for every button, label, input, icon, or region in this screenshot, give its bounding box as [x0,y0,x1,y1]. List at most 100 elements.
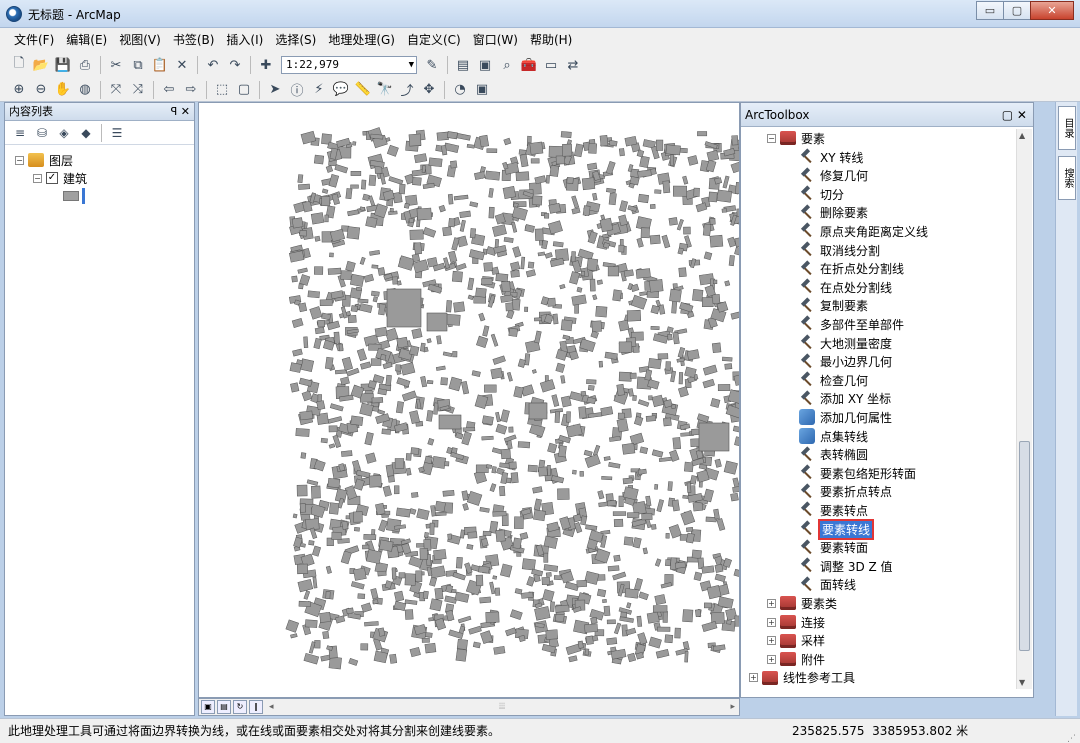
zoom-out-icon[interactable]: ⊖ [32,81,50,99]
toc-root-row[interactable]: − 图层 [15,151,73,169]
tool-item[interactable]: 检查几何 [799,371,868,389]
delete-icon[interactable]: ✕ [173,56,191,74]
tool-item[interactable]: 要素包络矩形转面 [799,464,916,482]
tool-item[interactable]: 删除要素 [799,204,868,222]
menu-help[interactable]: 帮助(H) [524,28,578,52]
tool-item[interactable]: 多部件至单部件 [799,315,904,333]
tool-item[interactable]: 添加 XY 坐标 [799,390,891,408]
cut-icon[interactable]: ✂ [107,56,125,74]
html-popup-icon[interactable]: 💬 [332,81,350,99]
expand-icon[interactable]: + [767,598,776,608]
tool-item[interactable]: 复制要素 [799,297,868,315]
tool-item[interactable]: 调整 3D Z 值 [799,557,893,575]
toc-layer-row[interactable]: − ✓ 建筑 [33,169,87,187]
save-icon[interactable]: 💾 [54,56,72,74]
list-by-drawing-order-icon[interactable]: ≡ [11,124,29,142]
add-data-icon[interactable]: ✚ [257,56,275,74]
collapse-icon[interactable]: − [15,155,24,165]
tool-item[interactable]: 表转椭圆 [799,446,868,464]
back-arrow-icon[interactable]: ⇦ [160,81,178,99]
fixed-zoom-in-icon[interactable]: ⤧ [107,81,125,99]
tool-item[interactable]: 要素转面 [799,539,868,557]
layout-view-button[interactable]: ▤ [217,700,231,714]
refresh-button[interactable]: ↻ [233,700,247,714]
collapse-icon[interactable]: − [767,133,776,143]
tool-item[interactable]: 在折点处分割线 [799,260,904,278]
tool-item[interactable]: 大地测量密度 [799,334,892,352]
pause-drawing-button[interactable]: ‖ [249,700,263,714]
new-document-icon[interactable]: 🗋 [10,56,28,74]
tool-item[interactable]: 要素折点转点 [799,483,892,501]
expand-icon[interactable]: + [767,617,776,627]
editor-toolbar-icon[interactable]: ✎ [423,56,441,74]
scroll-left-icon[interactable]: ◂ [269,702,274,712]
tool-item[interactable]: 原点夹角距离定义线 [799,222,928,240]
toolbox-row[interactable]: + 线性参考工具 [749,669,855,687]
toolset-row[interactable]: + 要素类 [767,594,837,612]
tool-item[interactable]: 要素转点 [799,501,868,519]
list-by-selection-icon[interactable]: ◆ [77,124,95,142]
buildings-map[interactable] [199,103,750,697]
forward-arrow-icon[interactable]: ⇨ [182,81,200,99]
arctoolbox-header-controls[interactable]: ▢ ✕ [1002,103,1027,127]
python-window-icon[interactable]: ▭ [542,56,560,74]
catalog-window-icon[interactable]: ▣ [476,56,494,74]
toolset-row[interactable]: + 采样 [767,632,825,650]
scroll-down-icon[interactable]: ▼ [1019,678,1025,687]
find-binoculars-icon[interactable]: 🔭 [376,81,394,99]
menu-customize[interactable]: 自定义(C) [401,28,467,52]
expand-icon[interactable]: + [767,636,776,646]
expand-icon[interactable]: + [749,673,758,683]
maximize-button[interactable]: ▢ [1003,1,1031,20]
menu-edit[interactable]: 编辑(E) [60,28,113,52]
redo-icon[interactable]: ↷ [226,56,244,74]
list-by-source-icon[interactable]: ⛁ [33,124,51,142]
toolset-row[interactable]: − 要素 [767,129,825,147]
list-by-visibility-icon[interactable]: ◈ [55,124,73,142]
undo-icon[interactable]: ↶ [204,56,222,74]
search-dock-tab[interactable]: 搜索 [1058,156,1076,200]
scroll-right-icon[interactable]: ▸ [730,702,735,712]
menu-insert[interactable]: 插入(I) [220,28,269,52]
toolset-row[interactable]: + 连接 [767,613,825,631]
map-view[interactable] [198,102,750,698]
tool-item[interactable]: XY 转线 [799,148,863,166]
data-view-button[interactable]: ▣ [201,700,215,714]
tool-item[interactable]: 要素转线 [799,518,875,540]
tool-item[interactable]: 点集转线 [799,427,868,445]
open-folder-icon[interactable]: 📂 [32,56,50,74]
menu-bookmarks[interactable]: 书签(B) [167,28,221,52]
arctoolbox-vertical-scrollbar[interactable]: ▲ ▼ [1016,129,1032,689]
menu-geoprocessing[interactable]: 地理处理(G) [322,28,401,52]
modelbuilder-icon[interactable]: ⇄ [564,56,582,74]
scroll-up-icon[interactable]: ▲ [1019,131,1025,140]
print-icon[interactable]: ⎙ [76,56,94,74]
full-extent-globe-icon[interactable]: ◍ [76,81,94,99]
table-window-icon[interactable]: ▤ [454,56,472,74]
menu-file[interactable]: 文件(F) [8,28,60,52]
identify-icon[interactable]: ⓘ [288,81,306,99]
layer-visibility-checkbox[interactable]: ✓ [46,172,58,184]
hyperlink-icon[interactable]: ⚡ [310,81,328,99]
menu-view[interactable]: 视图(V) [113,28,167,52]
search-window-icon[interactable]: ⌕ [498,56,516,74]
menu-windows[interactable]: 窗口(W) [467,28,524,52]
viewer-window-icon[interactable]: ▣ [473,81,491,99]
catalog-dock-tab[interactable]: 目录 [1058,106,1076,150]
tool-item[interactable]: 最小边界几何 [799,353,892,371]
tool-item[interactable]: 在点处分割线 [799,278,892,296]
time-slider-icon[interactable]: ◔ [451,81,469,99]
clear-selection-icon[interactable]: ▢ [235,81,253,99]
resize-grip-icon[interactable]: ⋰ [1067,727,1076,743]
tool-item[interactable]: 切分 [799,185,844,203]
toc-options-icon[interactable]: ☰ [108,124,126,142]
menu-selection[interactable]: 选择(S) [269,28,322,52]
find-route-icon[interactable]: ⤴ [398,81,416,99]
toc-header-controls[interactable]: ꟼ ✕ [171,103,190,121]
toolset-row[interactable]: + 附件 [767,650,825,668]
copy-icon[interactable]: ⧉ [129,56,147,74]
paste-icon[interactable]: 📋 [151,56,169,74]
zoom-in-icon[interactable]: ⊕ [10,81,28,99]
goto-xy-icon[interactable]: ✥ [420,81,438,99]
expand-icon[interactable]: + [767,654,776,664]
